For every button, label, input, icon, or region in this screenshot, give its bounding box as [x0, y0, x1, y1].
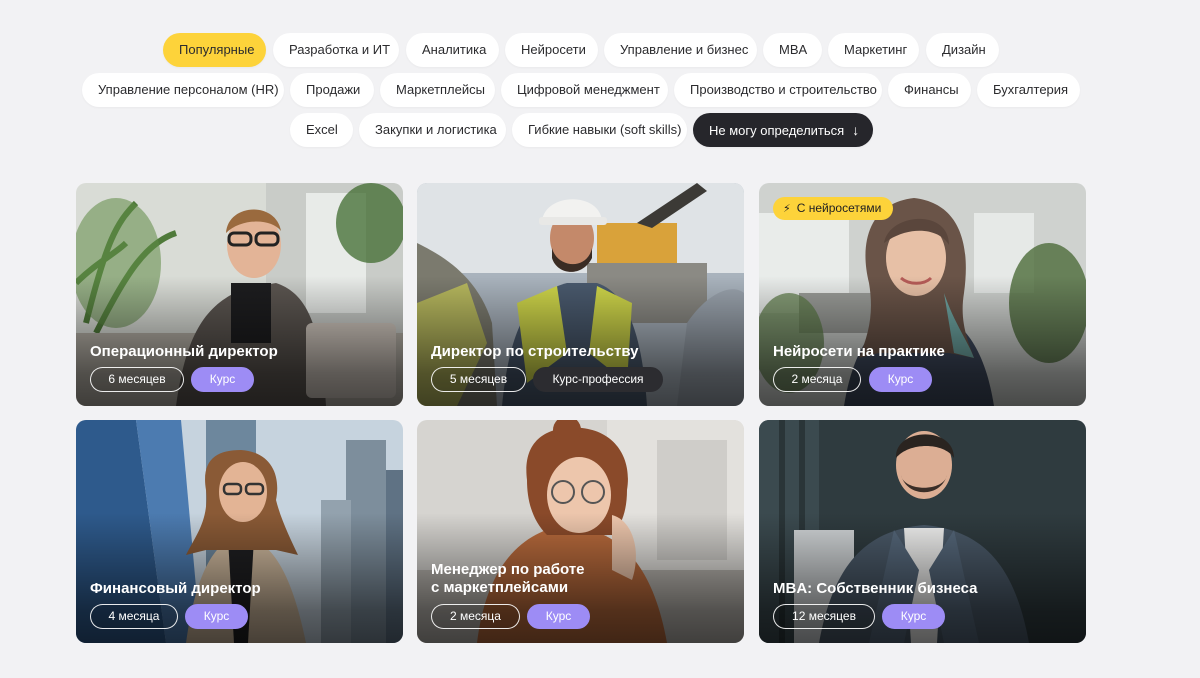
course-title: MBA: Собственник бизнеса — [773, 580, 978, 597]
category-chip-marketing[interactable]: Маркетинг — [828, 33, 919, 67]
course-card[interactable]: MBA: Собственник бизнеса 12 месяцев Курс — [759, 420, 1086, 643]
category-chip-accounting[interactable]: Бухгалтерия — [977, 73, 1080, 107]
category-chip-mba[interactable]: MBA — [763, 33, 822, 67]
arrow-down-icon: ↓ — [852, 122, 860, 138]
category-chip-popular[interactable]: Популярные — [163, 33, 266, 67]
category-chip-marketplaces[interactable]: Маркетплейсы — [380, 73, 495, 107]
course-type-badge: Курс — [185, 604, 248, 629]
course-title: Директор по строительству — [431, 343, 639, 360]
undecided-button-label: Не могу определиться — [709, 123, 845, 138]
course-type-badge: Курс — [869, 367, 932, 392]
course-duration: 4 месяца — [90, 604, 178, 629]
category-chip-management-business[interactable]: Управление и бизнес — [604, 33, 757, 67]
category-chip-analytics[interactable]: Аналитика — [406, 33, 499, 67]
course-type-badge: Курс — [882, 604, 945, 629]
category-chip-hr[interactable]: Управление персоналом (HR) — [82, 73, 284, 107]
course-duration: 2 месяца — [431, 604, 520, 629]
course-type-badge: Курс-профессия — [533, 367, 663, 392]
course-duration: 6 месяцев — [90, 367, 184, 392]
category-chip-sales[interactable]: Продажи — [290, 73, 374, 107]
course-type-badge: Курс — [527, 604, 590, 629]
course-type-badge: Курс — [191, 367, 254, 392]
undecided-button[interactable]: Не могу определиться ↓ — [693, 113, 873, 147]
course-card[interactable]: ⚡ С нейросетями Нейросети на практике 2 м… — [759, 183, 1086, 406]
category-chip-neural-networks[interactable]: Нейросети — [505, 33, 598, 67]
course-duration: 2 месяца — [773, 367, 861, 392]
category-chip-finance[interactable]: Финансы — [888, 73, 971, 107]
course-title: Финансовый директор — [90, 580, 261, 597]
course-duration: 5 месяцев — [431, 367, 526, 392]
category-chip-procurement-logistics[interactable]: Закупки и логистика — [359, 113, 506, 147]
course-title: Нейросети на практике — [773, 343, 945, 360]
ai-badge: ⚡ С нейросетями — [773, 197, 894, 220]
course-title: Операционный директор — [90, 343, 278, 360]
course-title-line: с маркетплейсами — [431, 579, 569, 596]
lightning-icon: ⚡ — [783, 203, 791, 215]
course-title-line: Менеджер по работе — [431, 561, 585, 578]
ai-badge-label: С нейросетями — [796, 201, 882, 215]
course-card[interactable]: Директор по строительству 5 месяцев Курс… — [417, 183, 744, 406]
course-duration: 12 месяцев — [773, 604, 875, 629]
category-chip-dev-it[interactable]: Разработка и ИТ — [273, 33, 399, 67]
category-chip-design[interactable]: Дизайн — [926, 33, 999, 67]
category-chip-excel[interactable]: Excel — [290, 113, 353, 147]
category-chip-digital-management[interactable]: Цифровой менеджмент — [501, 73, 668, 107]
course-title: Менеджер по работе с маркетплейсами — [431, 561, 730, 597]
category-chip-production-construction[interactable]: Производство и строительство — [674, 73, 882, 107]
course-card[interactable]: Операционный директор 6 месяцев Курс — [76, 183, 403, 406]
course-card[interactable]: Менеджер по работе с маркетплейсами 2 ме… — [417, 420, 744, 643]
course-card[interactable]: Финансовый директор 4 месяца Курс — [76, 420, 403, 643]
category-chip-soft-skills[interactable]: Гибкие навыки (soft skills) — [512, 113, 687, 147]
